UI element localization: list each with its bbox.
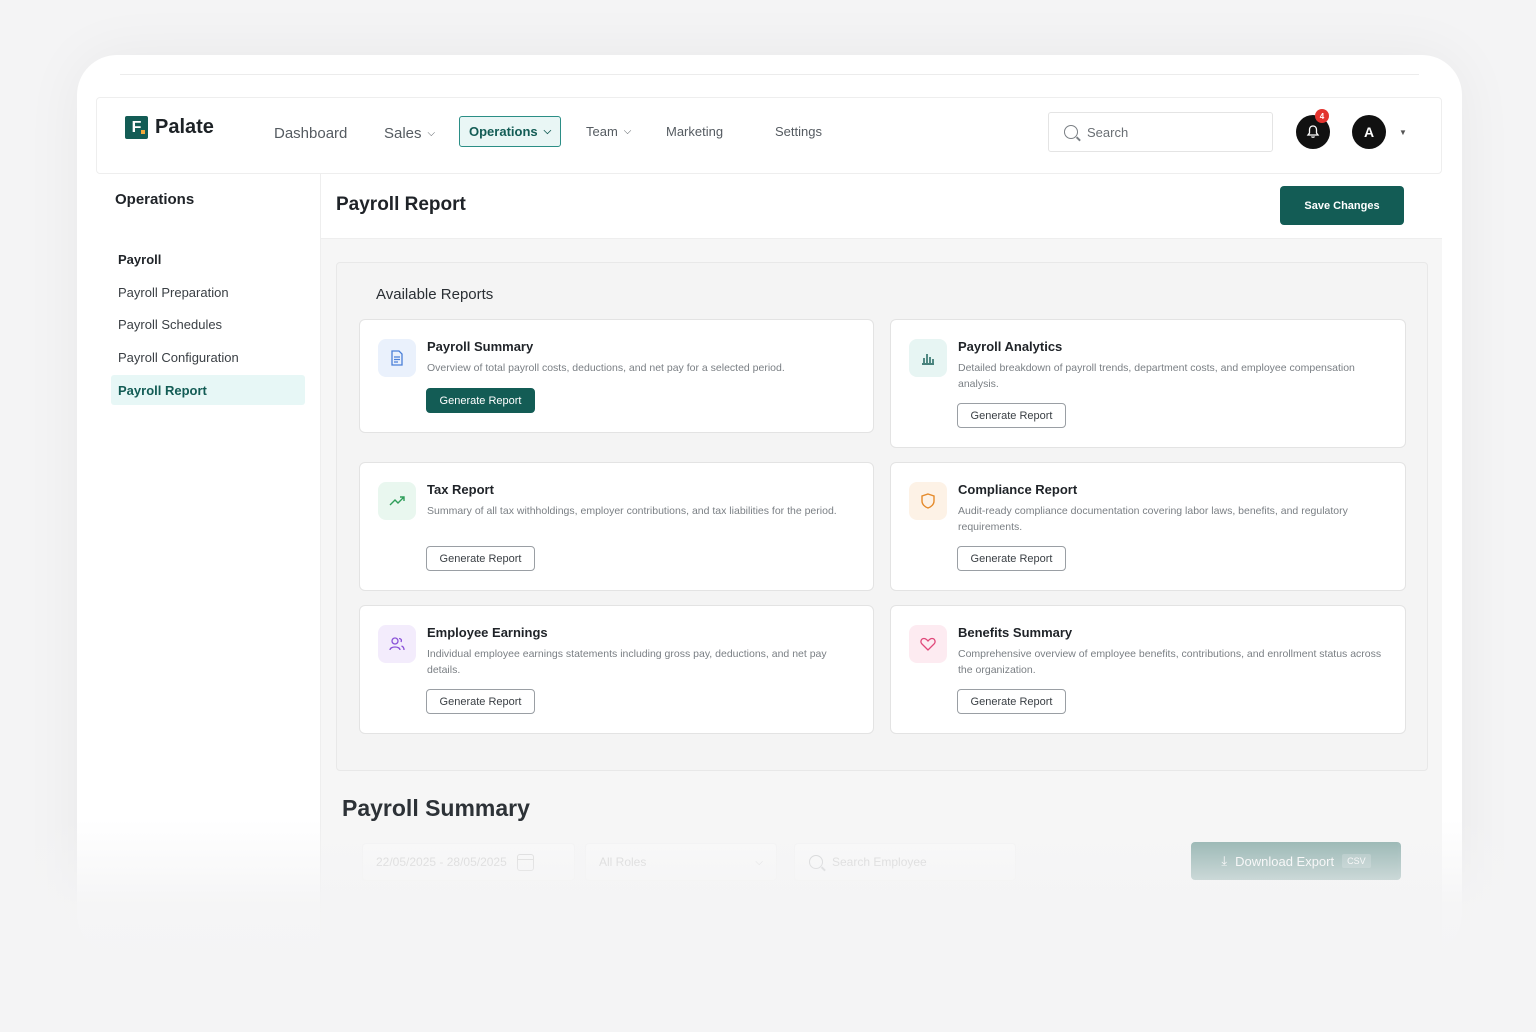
download-label: Download Export: [1235, 853, 1335, 869]
report-card-tax-report: Tax Report Summary of all tax withholdin…: [359, 462, 874, 591]
date-range-value: 22/05/2025 - 28/05/2025: [376, 855, 507, 869]
available-reports-panel: Available Reports Payroll Summary Overvi…: [336, 262, 1428, 771]
card-title: Tax Report: [427, 482, 494, 497]
search-input[interactable]: Search: [1048, 112, 1273, 152]
shield-icon: [909, 482, 947, 520]
nav-marketing-label: Marketing: [666, 124, 724, 139]
nav-operations-label: Operations: [469, 124, 538, 139]
card-title: Compliance Report: [958, 482, 1078, 497]
page-title: Payroll Report: [336, 194, 466, 215]
trend-up-icon: [378, 482, 416, 520]
sidebar-item-payroll-report[interactable]: Payroll Report: [111, 375, 305, 405]
generate-report-button[interactable]: Generate Report: [957, 403, 1066, 428]
nav-dashboard[interactable]: Dashboard: [274, 125, 347, 142]
roles-select[interactable]: All Roles ⌵: [585, 843, 777, 881]
nav-sales[interactable]: Sales ⌵: [384, 125, 435, 142]
sidebar-item-payroll-configuration[interactable]: Payroll Configuration: [111, 342, 305, 372]
download-export-button[interactable]: ⤓ Download Export CSV: [1191, 842, 1401, 880]
generate-report-button[interactable]: Generate Report: [426, 689, 535, 714]
chevron-down-icon: ⌵: [543, 126, 552, 137]
page-header: Payroll Report Save Changes: [321, 174, 1442, 239]
app-window: F Palate Dashboard Sales ⌵ Operations ⌵ …: [77, 55, 1462, 955]
roles-select-value: All Roles: [599, 855, 647, 869]
report-card-employee-earnings: Employee Earnings Individual employee ea…: [359, 605, 874, 734]
nav-settings-label: Settings: [775, 124, 822, 139]
chevron-down-icon: ⌵: [755, 856, 763, 868]
card-title: Benefits Summary: [958, 625, 1073, 640]
card-description: Summary of all tax withholdings, employe…: [427, 505, 837, 517]
generate-report-button[interactable]: Generate Report: [957, 546, 1066, 571]
employee-search-input[interactable]: Search Employee: [794, 843, 1016, 881]
main-content: Available Reports Payroll Summary Overvi…: [321, 239, 1442, 955]
csv-tag: CSV: [1342, 854, 1371, 868]
calendar-icon: [516, 853, 534, 871]
employee-search-placeholder: Search Employee: [832, 855, 927, 869]
document-icon: [378, 339, 416, 377]
top-navbar: F Palate Dashboard Sales ⌵ Operations ⌵ …: [96, 97, 1442, 174]
logo[interactable]: F Palate: [125, 116, 214, 139]
search-icon: [809, 855, 823, 869]
bell-icon: [1306, 125, 1320, 138]
bar-chart-icon: [909, 339, 947, 377]
search-placeholder: Search: [1087, 124, 1129, 140]
nav-sales-label: Sales: [384, 125, 422, 142]
chevron-down-icon: ⌵: [623, 126, 632, 137]
nav-team-label: Team: [586, 124, 618, 139]
download-icon: ⤓: [1221, 853, 1228, 868]
card-description: Detailed breakdown of payroll trends, de…: [958, 362, 1355, 390]
save-changes-button[interactable]: Save Changes: [1280, 186, 1404, 225]
divider: [120, 74, 1419, 75]
sidebar-title: Operations: [115, 191, 195, 208]
generate-report-button[interactable]: Generate Report: [957, 689, 1066, 714]
nav-team[interactable]: Team ⌵: [586, 124, 631, 139]
heart-icon: [909, 625, 947, 663]
logo-mark-icon: F: [125, 116, 148, 139]
avatar[interactable]: A: [1352, 115, 1386, 149]
card-description: Individual employee earnings statements …: [427, 648, 827, 676]
nav-marketing[interactable]: Marketing: [666, 124, 723, 139]
card-description: Overview of total payroll costs, deducti…: [427, 362, 785, 374]
card-description: Audit-ready compliance documentation cov…: [958, 505, 1348, 533]
card-title: Payroll Analytics: [958, 339, 1063, 354]
notification-badge: 4: [1315, 109, 1329, 123]
sidebar-item-payroll-schedules[interactable]: Payroll Schedules: [111, 309, 305, 339]
caret-down-icon[interactable]: ▼: [1399, 128, 1407, 137]
nav-dashboard-label: Dashboard: [274, 125, 348, 142]
section-title: Available Reports: [376, 286, 494, 303]
report-card-compliance-report: Compliance Report Audit-ready compliance…: [890, 462, 1406, 591]
sidebar-item-payroll-preparation[interactable]: Payroll Preparation: [111, 277, 305, 307]
report-card-payroll-summary: Payroll Summary Overview of total payrol…: [359, 319, 874, 433]
users-icon: [378, 625, 416, 663]
generate-report-button[interactable]: Generate Report: [426, 388, 535, 413]
card-title: Employee Earnings: [427, 625, 548, 640]
card-title: Payroll Summary: [427, 339, 534, 354]
payroll-summary-title: Payroll Summary: [342, 795, 530, 821]
sidebar-item-payroll[interactable]: Payroll: [111, 244, 305, 274]
brand-name: Palate: [155, 116, 214, 138]
date-range-picker[interactable]: 22/05/2025 - 28/05/2025: [362, 843, 575, 881]
nav-operations[interactable]: Operations ⌵: [459, 116, 562, 147]
report-card-benefits-summary: Benefits Summary Comprehensive overview …: [890, 605, 1406, 734]
chevron-down-icon: ⌵: [427, 128, 436, 139]
generate-report-button[interactable]: Generate Report: [426, 546, 535, 571]
card-description: Comprehensive overview of employee benef…: [958, 648, 1382, 676]
search-icon: [1064, 125, 1078, 139]
report-card-payroll-analytics: Payroll Analytics Detailed breakdown of …: [890, 319, 1406, 448]
nav-settings[interactable]: Settings: [775, 124, 822, 139]
